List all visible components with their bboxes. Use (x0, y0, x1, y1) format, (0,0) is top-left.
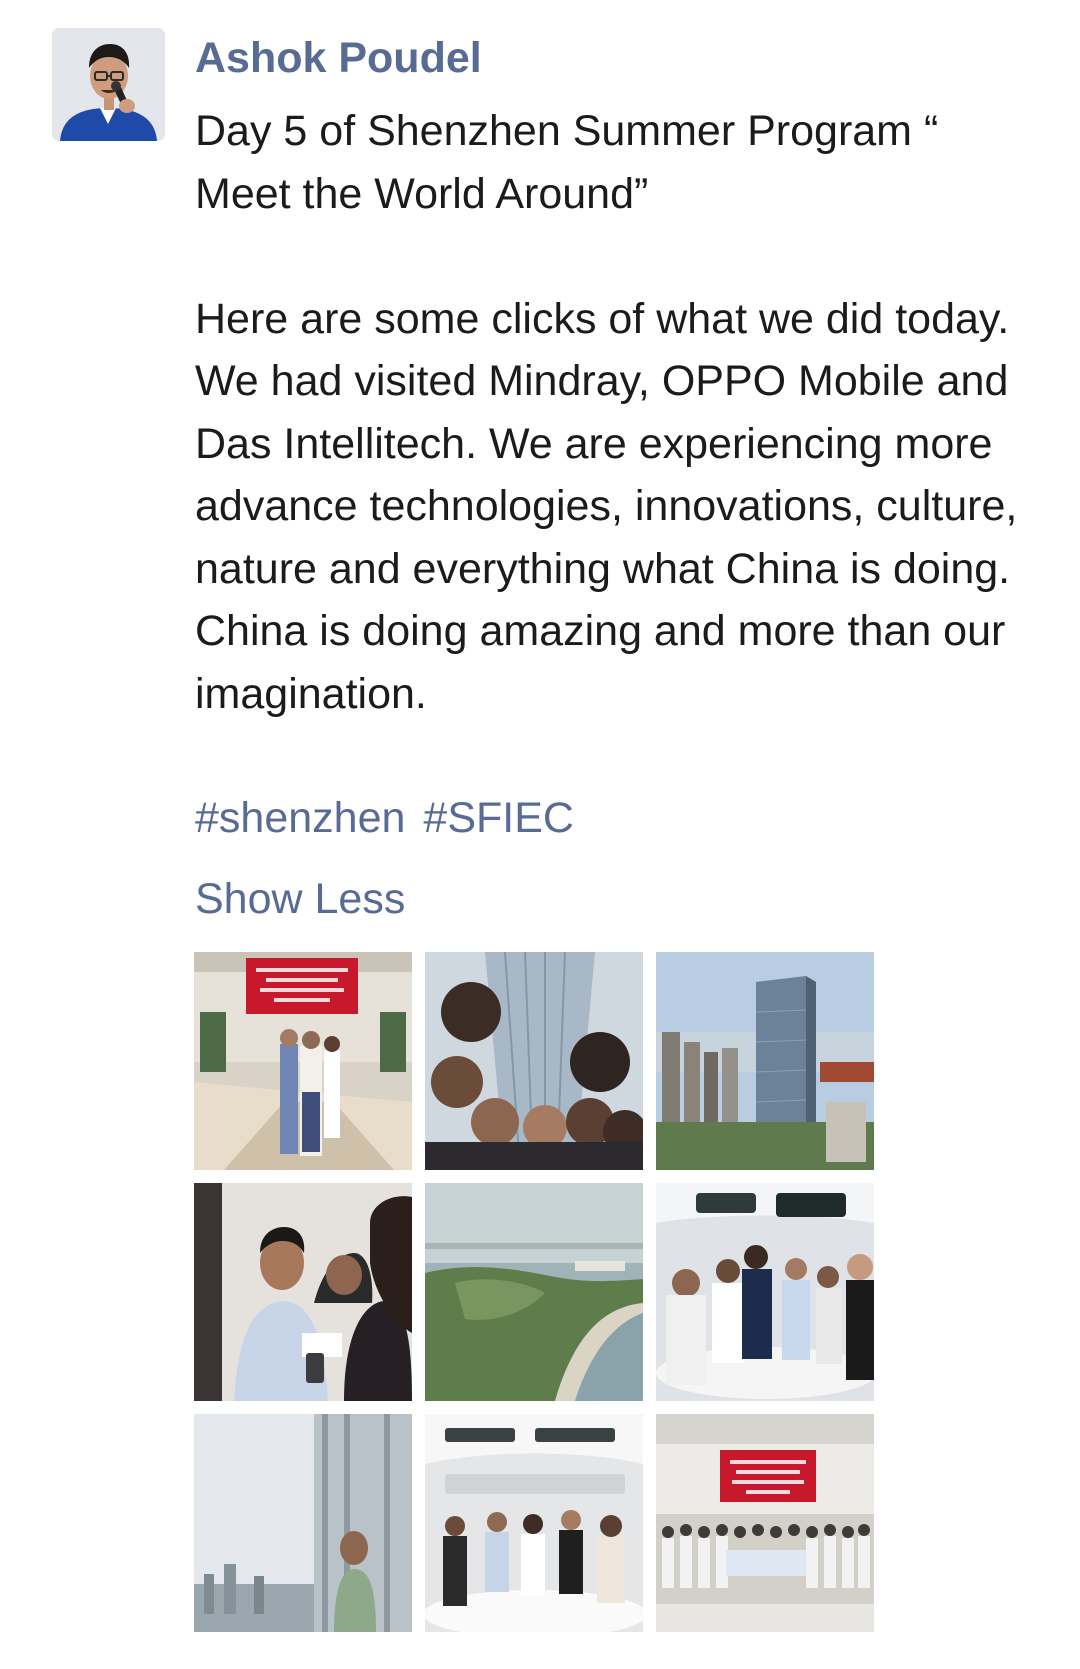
coastline-photo (425, 1183, 643, 1401)
avatar[interactable] (52, 28, 165, 141)
tower-selfie-photo (425, 952, 643, 1170)
tech-showroom-photo (656, 1183, 874, 1401)
lobby-group-photo (194, 952, 412, 1170)
hashtag-link[interactable]: #SFIEC (423, 794, 574, 842)
hashtag-list: #shenzhen #SFIEC (195, 787, 592, 849)
phone-demo-photo (194, 1183, 412, 1401)
author-name[interactable]: Ashok Poudel (195, 30, 482, 86)
photo-thumbnail[interactable] (425, 1183, 643, 1401)
photo-thumbnail[interactable] (194, 1414, 412, 1632)
group-photo-banner (656, 1414, 874, 1632)
post-text: Day 5 of Shenzhen Summer Program “ Meet … (195, 107, 1018, 718)
hashtag-link[interactable]: #shenzhen (195, 794, 405, 842)
photo-thumbnail[interactable] (194, 1183, 412, 1401)
photo-thumbnail[interactable] (656, 1183, 874, 1401)
city-tower-photo (656, 952, 874, 1170)
photo-grid (194, 952, 874, 1632)
control-room-photo (425, 1414, 643, 1632)
photo-thumbnail[interactable] (194, 952, 412, 1170)
photo-thumbnail[interactable] (656, 952, 874, 1170)
avatar-image (52, 28, 165, 141)
show-less-link[interactable]: Show Less (195, 868, 405, 930)
photo-thumbnail[interactable] (425, 952, 643, 1170)
photo-thumbnail[interactable] (656, 1414, 874, 1632)
observation-window-photo (194, 1414, 412, 1632)
photo-thumbnail[interactable] (425, 1414, 643, 1632)
